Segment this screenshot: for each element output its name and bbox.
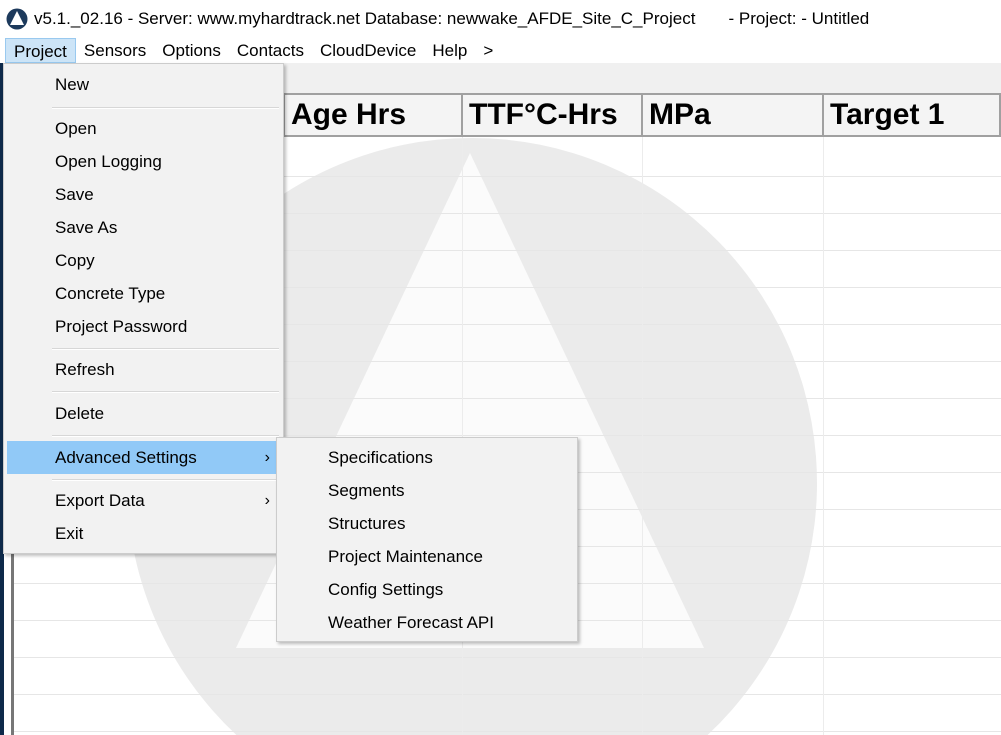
column-header-target-1[interactable]: Target 1 — [822, 93, 1001, 137]
menu-project[interactable]: Project — [5, 38, 76, 63]
menu-separator — [52, 107, 279, 109]
menu-item-export-data[interactable]: Export Data › — [7, 484, 280, 517]
menu-overflow[interactable]: > — [475, 38, 501, 63]
menu-item-advanced-settings[interactable]: Advanced Settings › — [7, 441, 280, 474]
menu-item-save[interactable]: Save — [7, 178, 280, 211]
menu-item-save-as[interactable]: Save As — [7, 211, 280, 244]
menu-item-label: Export Data — [55, 491, 145, 510]
menu-item-delete[interactable]: Delete — [7, 397, 280, 430]
menu-options[interactable]: Options — [154, 38, 229, 63]
menu-item-label: Advanced Settings — [55, 448, 197, 467]
grid-column-line — [462, 137, 463, 735]
menu-separator — [52, 391, 279, 393]
menu-help[interactable]: Help — [424, 38, 475, 63]
window-title: v5.1._02.16 - Server: www.myhardtrack.ne… — [34, 9, 870, 28]
chevron-right-icon: › — [264, 492, 270, 509]
grid-row-line — [14, 694, 1001, 695]
menu-sensors[interactable]: Sensors — [76, 38, 154, 63]
grid-column-line — [823, 137, 824, 735]
column-header-mpa[interactable]: MPa — [641, 93, 824, 137]
menu-item-project-password[interactable]: Project Password — [7, 310, 280, 343]
menu-item-concrete-type[interactable]: Concrete Type — [7, 277, 280, 310]
grid-row-line — [14, 657, 1001, 658]
title-bar: v5.1._02.16 - Server: www.myhardtrack.ne… — [0, 0, 1001, 38]
project-menu: New Open Open Logging Save Save As Copy … — [3, 63, 284, 554]
menu-bar: Project Sensors Options Contacts CloudDe… — [0, 38, 1001, 63]
menu-item-open-logging[interactable]: Open Logging — [7, 145, 280, 178]
menu-item-new[interactable]: New — [7, 68, 280, 101]
menu-separator — [52, 479, 279, 481]
advanced-settings-submenu: Specifications Segments Structures Proje… — [276, 437, 578, 642]
column-header-age-hrs[interactable]: Age Hrs — [283, 93, 463, 137]
grid-row-line — [14, 731, 1001, 732]
menu-item-refresh[interactable]: Refresh — [7, 353, 280, 386]
submenu-item-project-maintenance[interactable]: Project Maintenance — [280, 540, 574, 573]
submenu-item-config-settings[interactable]: Config Settings — [280, 573, 574, 606]
app-logo-icon — [6, 8, 28, 30]
menu-item-open[interactable]: Open — [7, 112, 280, 145]
menu-separator — [52, 435, 279, 437]
submenu-item-weather-forecast-api[interactable]: Weather Forecast API — [280, 606, 574, 639]
menu-clouddevice[interactable]: CloudDevice — [312, 38, 424, 63]
menu-separator — [52, 348, 279, 350]
submenu-item-structures[interactable]: Structures — [280, 507, 574, 540]
menu-contacts[interactable]: Contacts — [229, 38, 312, 63]
grid-column-line — [642, 137, 643, 735]
submenu-item-specifications[interactable]: Specifications — [280, 441, 574, 474]
column-header-ttf[interactable]: TTF°C-Hrs — [461, 93, 643, 137]
chevron-right-icon: › — [264, 449, 270, 466]
menu-item-exit[interactable]: Exit — [7, 517, 280, 550]
submenu-item-segments[interactable]: Segments — [280, 474, 574, 507]
menu-item-copy[interactable]: Copy — [7, 244, 280, 277]
